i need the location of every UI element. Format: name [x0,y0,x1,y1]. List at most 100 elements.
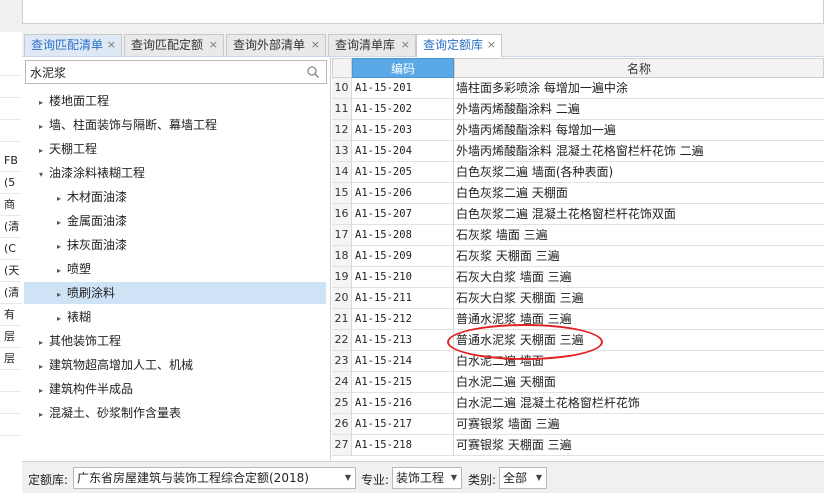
table-row[interactable]: 26 A1-15-217 可赛银浆 墙面 三遍 [332,414,824,435]
tab-label: 查询匹配定额 [131,38,204,52]
table-row[interactable]: 20 A1-15-211 石灰大白浆 天棚面 三遍 [332,288,824,309]
expand-arrow-icon[interactable]: ▸ [36,332,46,354]
table-row[interactable]: 23 A1-15-214 白水泥二遍 墙面 [332,351,824,372]
tab-query-matched-quota[interactable]: 查询匹配定额 × [124,34,224,56]
code-cell: A1-15-203 [352,120,454,141]
expand-arrow-icon[interactable]: ▸ [36,92,46,114]
column-header-code[interactable]: 编码 [352,58,454,78]
table-row[interactable]: 15 A1-15-206 白色灰浆二遍 天棚面 [332,183,824,204]
code-cell: A1-15-212 [352,309,454,330]
tree-node[interactable]: ▸ 建筑构件半成品 [24,378,133,400]
tab-query-list-library[interactable]: 查询清单库 × [328,34,416,56]
expand-arrow-icon[interactable]: ▸ [54,236,64,258]
tree-node[interactable]: ▾ 油漆涂料裱糊工程 [24,162,145,184]
tab-query-external-list[interactable]: 查询外部清单 × [226,34,326,56]
close-icon[interactable]: × [401,35,410,55]
column-header-name[interactable]: 名称 [454,58,824,78]
chevron-down-icon: ▼ [450,473,457,482]
name-cell: 外墙丙烯酸酯涂料 每增加一遍 [454,120,824,141]
expand-arrow-icon[interactable]: ▸ [36,356,46,378]
close-icon[interactable]: × [107,35,116,55]
table-row[interactable]: 25 A1-15-216 白水泥二遍 混凝土花格窗栏杆花饰 [332,393,824,414]
code-cell: A1-15-205 [352,162,454,183]
expand-arrow-icon[interactable]: ▸ [36,380,46,402]
tree-node-label: 抹灰面油漆 [67,238,128,252]
close-icon[interactable]: × [487,35,496,55]
tree-node[interactable]: ▸ 木材面油漆 [24,186,127,208]
expand-arrow-icon[interactable]: ▸ [36,140,46,162]
tree-node-label: 建筑构件半成品 [49,382,134,396]
table-row[interactable]: 16 A1-15-207 白色灰浆二遍 混凝土花格窗栏杆花饰双面 [332,204,824,225]
table-row[interactable]: 12 A1-15-203 外墙丙烯酸酯涂料 每增加一遍 [332,120,824,141]
tree-node[interactable]: ▸ 喷塑 [24,258,91,280]
table-row[interactable]: 17 A1-15-208 石灰浆 墙面 三遍 [332,225,824,246]
tree-node[interactable]: ▸ 抹灰面油漆 [24,234,127,256]
major-select[interactable]: 装饰工程 ▼ [392,467,462,489]
code-cell: A1-15-202 [352,99,454,120]
table-row[interactable]: 22 A1-15-213 普通水泥浆 天棚面 三遍 [332,330,824,351]
row-number: 19 [332,267,352,288]
expand-arrow-icon[interactable]: ▸ [54,212,64,234]
tab-query-matched-list[interactable]: 查询匹配清单 × [24,34,122,56]
category-label: 类别: [468,473,497,487]
tree-node[interactable]: ▸ 混凝土、砂浆制作含量表 [24,402,181,424]
chevron-down-icon: ▼ [344,473,351,482]
table-row[interactable]: 11 A1-15-202 外墙丙烯酸酯涂料 二遍 [332,99,824,120]
table-row[interactable]: 18 A1-15-209 石灰浆 天棚面 三遍 [332,246,824,267]
table-row[interactable]: 10 A1-15-201 墙柱面多彩喷涂 每增加一遍中涂 [332,78,824,99]
name-cell: 石灰大白浆 墙面 三遍 [454,267,824,288]
tree-node-selected[interactable]: ▸ 喷刷涂料 [24,282,326,304]
tree-node[interactable]: ▸ 金属面油漆 [24,210,127,232]
left-strip-cell: 有 [0,304,21,326]
table-row[interactable]: 19 A1-15-210 石灰大白浆 墙面 三遍 [332,267,824,288]
code-cell: A1-15-207 [352,204,454,225]
expand-arrow-icon[interactable]: ▸ [54,260,64,282]
tree-node[interactable]: ▸ 裱糊 [24,306,91,328]
table-row[interactable]: 13 A1-15-204 外墙丙烯酸酯涂料 混凝土花格窗栏杆花饰 二遍 [332,141,824,162]
tree-node[interactable]: ▸ 楼地面工程 [24,90,109,112]
expand-arrow-icon[interactable]: ▸ [36,116,46,138]
close-icon[interactable]: × [311,35,320,55]
tab-label: 查询外部清单 [233,38,306,52]
tab-label: 查询定额库 [423,38,484,52]
expand-arrow-icon[interactable]: ▸ [54,308,64,330]
quota-library-value: 广东省房屋建筑与装饰工程综合定额(2018) [77,471,309,485]
expand-arrow-icon[interactable]: ▸ [36,404,46,426]
tree-node-label: 喷塑 [67,262,92,276]
expand-arrow-icon[interactable]: ▸ [54,284,64,306]
name-cell: 石灰大白浆 天棚面 三遍 [454,288,824,309]
table-row[interactable]: 24 A1-15-215 白水泥二遍 天棚面 [332,372,824,393]
left-strip-cell: (天 [0,260,21,282]
category-select[interactable]: 全部 ▼ [499,467,547,489]
tree-node[interactable]: ▸ 墙、柱面装饰与隔断、幕墙工程 [24,114,217,136]
table-row[interactable]: 27 A1-15-218 可赛银浆 天棚面 三遍 [332,435,824,456]
name-cell: 白色灰浆二遍 墙面(各种表面) [454,162,824,183]
filter-bar: 定额库: 广东省房屋建筑与装饰工程综合定额(2018) ▼ 专业: 装饰工程 ▼… [22,461,824,493]
expand-arrow-icon[interactable]: ▸ [54,188,64,210]
quota-library-select[interactable]: 广东省房屋建筑与装饰工程综合定额(2018) ▼ [73,467,356,489]
row-number: 14 [332,162,352,183]
row-number: 12 [332,120,352,141]
close-icon[interactable]: × [209,35,218,55]
left-strip-cell: (清 [0,216,21,238]
row-number-header [332,58,352,78]
search-input[interactable] [30,63,300,81]
tree-node-label: 喷刷涂料 [67,286,116,300]
tree-node[interactable]: ▸ 建筑物超高增加人工、机械 [24,354,193,376]
grid-header: 编码 名称 [332,58,824,78]
collapse-arrow-icon[interactable]: ▾ [36,164,46,186]
row-number: 24 [332,372,352,393]
tree-node[interactable]: ▸ 天棚工程 [24,138,97,160]
table-row[interactable]: 21 A1-15-212 普通水泥浆 墙面 三遍 [332,309,824,330]
table-row[interactable]: 14 A1-15-205 白色灰浆二遍 墙面(各种表面) [332,162,824,183]
tree-node[interactable]: ▸ 其他装饰工程 [24,330,121,352]
search-icon[interactable] [306,65,320,79]
tree-node-label: 建筑物超高增加人工、机械 [49,358,194,372]
row-number: 25 [332,393,352,414]
left-strip-cell: 层 [0,348,21,370]
row-number: 11 [332,99,352,120]
left-strip-cell [0,414,21,436]
tab-query-quota-library[interactable]: 查询定额库 × [416,34,502,57]
code-cell: A1-15-216 [352,393,454,414]
row-number: 15 [332,183,352,204]
